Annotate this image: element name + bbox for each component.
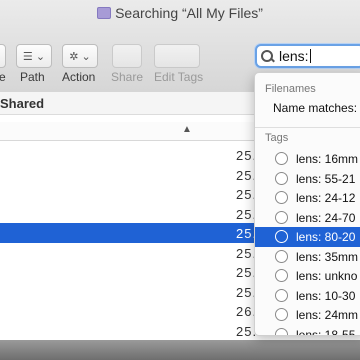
share-button[interactable]: [112, 44, 142, 68]
sort-ascending-icon[interactable]: ▲: [182, 124, 192, 135]
tag-suggestion[interactable]: lens: 55-21: [255, 169, 360, 189]
tag-circle-icon: [275, 171, 288, 185]
tag-circle-icon: [275, 230, 288, 243]
filenames-section-title: Filenames: [265, 83, 316, 95]
search-icon: [261, 49, 274, 63]
window-title-text: Searching “All My Files”: [115, 5, 263, 21]
tag-circle-icon: [275, 191, 288, 204]
tag-suggestion[interactable]: lens: 24-12: [255, 188, 360, 208]
edit-tags-label: Edit Tags: [154, 70, 204, 84]
name-matches-item[interactable]: Name matches:: [273, 101, 357, 115]
search-input-value[interactable]: lens:: [279, 48, 309, 64]
section-divider: [255, 127, 360, 128]
smart-folder-icon: [97, 7, 112, 19]
tag-circle-icon: [275, 288, 288, 302]
share-label: Share: [111, 70, 144, 84]
window-bottom-edge: [0, 340, 360, 360]
tag-suggestion[interactable]: lens: unkno: [255, 266, 360, 286]
tag-suggestion[interactable]: lens: 16mm: [255, 149, 360, 169]
path-button[interactable]: ☰ ⌄: [16, 44, 52, 68]
tag-circle-icon: [275, 308, 288, 321]
list-icon: ☰ ⌄: [22, 50, 46, 63]
tag-circle-icon: [275, 249, 288, 263]
tag-suggestion[interactable]: lens: 10-30: [255, 286, 360, 306]
text-cursor: [309, 49, 311, 63]
arrange-label: e: [0, 70, 6, 84]
tag-suggestion[interactable]: lens: 18-55: [255, 325, 360, 335]
tag-suggestion[interactable]: lens: 24-70: [255, 208, 360, 228]
search-field[interactable]: lens:: [255, 44, 360, 68]
gear-icon: ✲ ⌄: [69, 50, 91, 63]
tags-section-title: Tags: [265, 132, 289, 144]
window-title: Searching “All My Files”: [0, 5, 360, 21]
tag-suggestion[interactable]: lens: 35mm: [255, 247, 360, 267]
tag-circle-icon: [275, 210, 288, 224]
path-label: Path: [20, 70, 45, 84]
tag-circle-icon: [275, 152, 288, 165]
tag-suggestion-selected[interactable]: lens: 80-20: [255, 227, 360, 247]
edit-tags-button[interactable]: [154, 44, 200, 68]
column-header-shared[interactable]: Shared: [0, 96, 44, 111]
arrange-button[interactable]: [0, 44, 6, 68]
tag-circle-icon: [275, 269, 288, 282]
tag-circle-icon: [275, 327, 288, 335]
action-label: Action: [62, 70, 96, 84]
search-suggestions-popup: Filenames Name matches: Tags lens: 16mm …: [254, 72, 360, 336]
tag-suggestion[interactable]: lens: 24mm: [255, 305, 360, 325]
action-button[interactable]: ✲ ⌄: [62, 44, 98, 68]
